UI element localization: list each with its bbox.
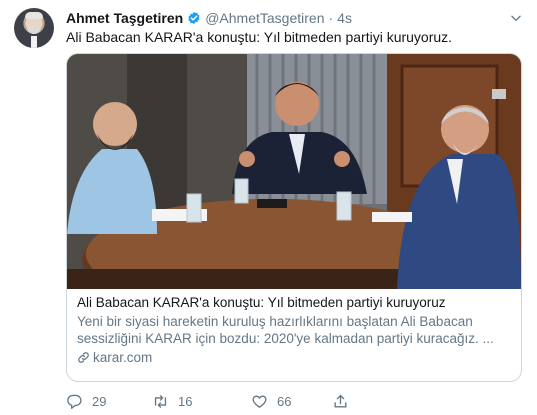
link-card[interactable]: Ali Babacan KARAR'a konuştu: Yıl bitmede…	[66, 53, 522, 382]
card-title[interactable]: Ali Babacan KARAR'a konuştu: Yıl bitmede…	[77, 294, 511, 311]
like-button[interactable]: 66	[251, 393, 291, 410]
like-icon	[252, 395, 267, 408]
card-description-line2: sessizliğini KARAR için bozdu: 2020'ye k…	[77, 331, 494, 346]
author-handle[interactable]: @AhmetTasgetiren	[205, 10, 324, 26]
link-icon	[78, 352, 89, 363]
reply-count: 29	[92, 394, 107, 409]
header-separator: ·	[328, 10, 334, 26]
like-count: 66	[277, 394, 292, 409]
card-domain-text[interactable]: karar.com	[93, 349, 152, 366]
tweet-text: Ali Babacan KARAR'a konuştu: Yıl bitmede…	[66, 29, 453, 45]
retweet-button[interactable]: 16	[152, 393, 192, 410]
chevron-down-icon[interactable]	[509, 11, 523, 25]
share-button[interactable]	[332, 393, 358, 410]
author-name[interactable]: Ahmet Taşgetiren	[66, 10, 183, 26]
reply-button[interactable]: 29	[66, 393, 106, 410]
card-body[interactable]: Ali Babacan KARAR'a konuştu: Yıl bitmede…	[77, 293, 511, 366]
retweet-icon	[154, 395, 167, 408]
card-description-line1: Yeni bir siyasi hareketin kuruluş hazırl…	[77, 314, 473, 329]
verified-icon	[188, 11, 200, 25]
tweet-timestamp[interactable]: 4s	[337, 10, 352, 26]
avatar[interactable]	[14, 8, 54, 48]
share-icon	[334, 394, 347, 408]
reply-icon	[67, 394, 82, 409]
tweet[interactable]: Ahmet Taşgetiren @AhmetTasgetiren · 4s A…	[0, 0, 537, 415]
tweet-header: Ahmet Taşgetiren @AhmetTasgetiren · 4s	[66, 9, 352, 27]
retweet-count: 16	[178, 394, 193, 409]
card-image[interactable]	[67, 54, 521, 289]
card-domain[interactable]: karar.com	[77, 349, 511, 366]
tweet-actions: 29 16 66	[66, 393, 366, 411]
